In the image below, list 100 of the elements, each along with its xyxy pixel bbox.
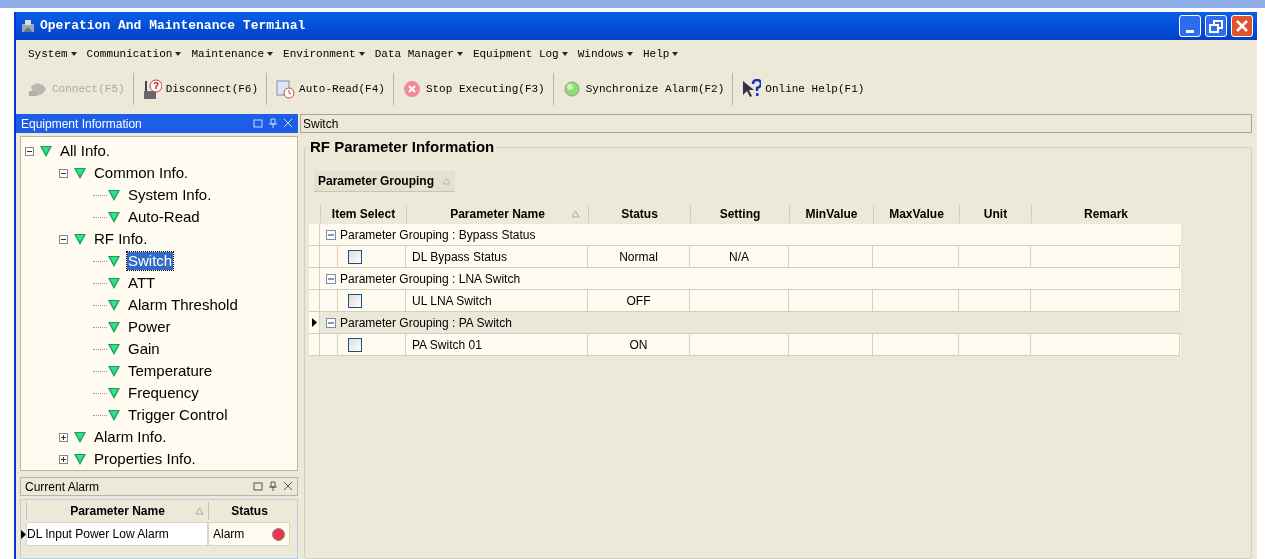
row-header-cell[interactable] (309, 312, 320, 333)
row-header-cell[interactable] (309, 334, 320, 356)
expand-button[interactable] (59, 454, 68, 464)
restore-button[interactable] (1205, 15, 1227, 37)
funnel-icon (107, 408, 121, 422)
pin-icon (268, 481, 278, 492)
tree-item[interactable]: ATT (127, 274, 157, 292)
menu-item[interactable]: System (28, 45, 77, 63)
tab-title: Switch (303, 115, 339, 133)
plus-icon (60, 434, 67, 440)
column-header[interactable]: Item Select (320, 204, 406, 223)
caret-icon (626, 52, 633, 56)
caret-icon (672, 52, 679, 56)
collapse-button[interactable] (59, 168, 68, 178)
collapse-button[interactable] (25, 146, 34, 156)
tree-item[interactable]: Gain (127, 340, 161, 358)
caret-icon (267, 52, 274, 56)
close-icon (1235, 19, 1249, 33)
funnel-icon (107, 276, 121, 290)
tree-item[interactable]: Auto-Read (127, 208, 201, 226)
tree-item[interactable]: All Info. (59, 142, 112, 160)
menu-item[interactable]: Equipment Log (472, 45, 568, 63)
row-pointer-icon (311, 318, 317, 327)
app-icon (20, 18, 36, 34)
column-header[interactable]: MinValue (789, 204, 873, 223)
close-icon (283, 118, 293, 128)
table-cell: PA Switch 01 (406, 334, 588, 356)
funnel-icon (107, 254, 121, 268)
plus-icon (60, 456, 67, 462)
grouping-button[interactable]: Parameter Grouping (314, 171, 456, 192)
group-label: Parameter Grouping : LNA Switch (340, 270, 521, 288)
column-header[interactable]: Status (208, 502, 290, 520)
checkbox[interactable] (348, 337, 362, 352)
close-button[interactable] (283, 481, 293, 492)
tree-item[interactable]: Trigger Control (127, 406, 229, 424)
funnel-icon (73, 430, 87, 444)
tree-item[interactable]: RF Info. (93, 230, 149, 248)
sort-icon (442, 177, 452, 185)
tree-item[interactable]: Alarm Info. (93, 428, 168, 446)
toolbar-button[interactable]: Synchronize Alarm(F2) (557, 73, 729, 105)
table-cell: ON (588, 334, 690, 356)
funnel-icon (73, 232, 87, 246)
funnel-icon (107, 210, 121, 224)
column-header[interactable]: MaxValue (873, 204, 959, 223)
tree-item[interactable]: System Info. (127, 186, 213, 204)
tree-item[interactable]: Switch (127, 252, 174, 270)
caret-icon (561, 52, 568, 56)
caret-icon (358, 52, 365, 56)
toolbar-button[interactable]: Stop Executing(F3) (397, 73, 549, 105)
tree-item[interactable]: Power (127, 318, 172, 336)
column-header[interactable]: Parameter Name (406, 204, 588, 223)
pin-button[interactable] (268, 481, 278, 492)
minimize-button[interactable] (1179, 15, 1201, 37)
funnel-icon (107, 386, 121, 400)
tree-item[interactable]: Properties Info. (93, 450, 197, 468)
group-row[interactable]: Parameter Grouping : Bypass Status (309, 224, 1181, 246)
column-header[interactable]: Remark (1031, 204, 1180, 223)
float-icon (253, 119, 263, 128)
menu-item[interactable]: Data Manager (374, 45, 463, 63)
menu-item[interactable]: Maintenance (191, 45, 274, 63)
minus-icon (60, 238, 67, 240)
checkbox[interactable] (348, 293, 362, 308)
toolbar-button[interactable]: Disconnect(F6) (137, 73, 263, 105)
group-row[interactable]: Parameter Grouping : PA Switch (309, 312, 1181, 334)
minus-icon (60, 172, 67, 174)
column-header[interactable]: Parameter Name (26, 502, 208, 520)
column-header[interactable]: Unit (959, 204, 1031, 223)
minus-icon (327, 278, 335, 279)
group-row[interactable]: Parameter Grouping : LNA Switch (309, 268, 1181, 290)
menu-item[interactable]: Environment (283, 45, 365, 63)
tree-item[interactable]: Alarm Threshold (127, 296, 239, 314)
funnel-icon (73, 166, 87, 180)
table-cell: DL Input Power Low Alarm (26, 522, 208, 546)
collapse-button[interactable] (59, 234, 68, 244)
tree-item[interactable]: Temperature (127, 362, 214, 380)
menu-item[interactable]: Help (642, 45, 679, 63)
funnel-icon (107, 364, 121, 378)
minimize-icon (1186, 30, 1194, 33)
caret-icon (70, 52, 77, 56)
expand-button[interactable] (59, 432, 68, 442)
tree-item[interactable]: Frequency (127, 384, 200, 402)
caret-icon (456, 52, 463, 56)
status-light-icon (561, 79, 582, 99)
float-button[interactable] (253, 481, 263, 492)
group-label: Parameter Grouping : Bypass Status (340, 226, 536, 244)
pane-title: Current Alarm (25, 478, 101, 496)
column-header[interactable]: Setting (690, 204, 789, 223)
checkbox[interactable] (348, 249, 362, 264)
funnel-icon (107, 342, 121, 356)
funnel-icon (73, 452, 87, 466)
tree-item[interactable]: Common Info. (93, 164, 190, 182)
toolbar-button[interactable]: Online Help(F1) (737, 73, 869, 105)
table-cell-text: Alarm (213, 526, 245, 543)
pin-icon (268, 118, 278, 129)
toolbar-button[interactable]: Auto-Read(F4) (271, 73, 389, 105)
menu-item[interactable]: Windows (577, 45, 633, 63)
column-header[interactable]: Status (588, 204, 690, 223)
caret-icon (175, 52, 182, 56)
computer-question-icon (141, 79, 162, 99)
menu-item[interactable]: Communication (86, 45, 182, 63)
